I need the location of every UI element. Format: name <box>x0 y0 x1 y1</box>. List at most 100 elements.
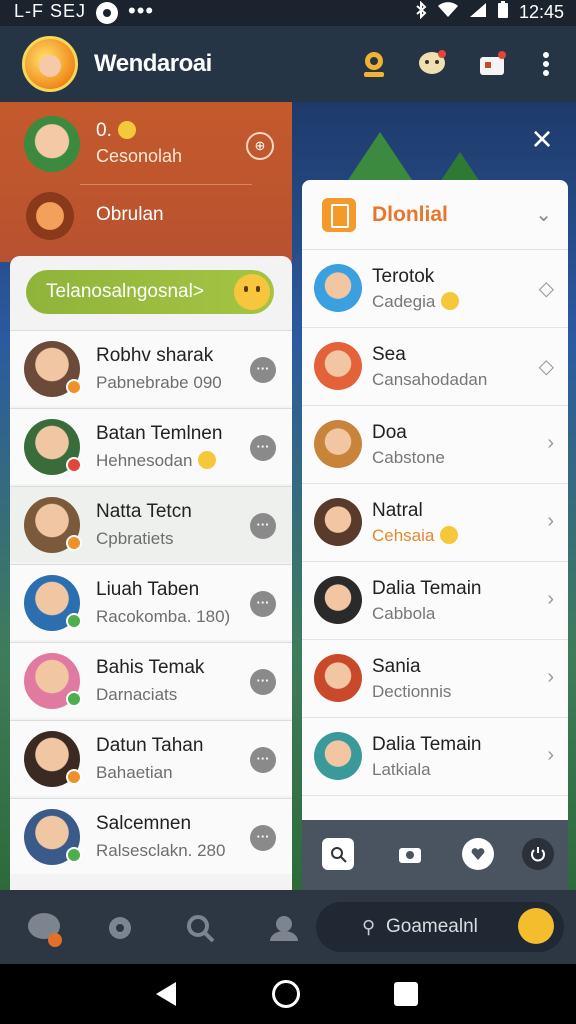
chevron-right-icon[interactable]: › <box>547 510 554 533</box>
more-options-icon[interactable] <box>250 591 276 617</box>
recents-button[interactable] <box>394 982 418 1006</box>
battery-icon <box>497 1 509 24</box>
right-panel-actions <box>302 820 568 890</box>
emoji-icon <box>441 292 460 310</box>
app-bar: Wendaroai <box>0 26 576 102</box>
list-item[interactable]: Dalia Temain Cabbola › <box>302 562 568 640</box>
more-options-icon[interactable] <box>250 669 276 695</box>
contact-status: Bahaetian <box>96 763 173 782</box>
list-item[interactable]: Doa Cabstone › <box>302 406 568 484</box>
camera-icon[interactable] <box>394 838 426 870</box>
contact-status: Hehnesodan <box>96 451 217 471</box>
more-options-icon[interactable] <box>250 513 276 539</box>
search-icon[interactable] <box>180 908 220 948</box>
contact-name: Sea <box>372 344 406 365</box>
more-options-icon[interactable] <box>250 435 276 461</box>
status-badge-icon <box>66 535 82 551</box>
clock: 12:45 <box>518 2 564 22</box>
avatar[interactable] <box>314 342 362 390</box>
add-friend-icon[interactable] <box>322 838 354 870</box>
status-badge-icon <box>66 379 82 395</box>
contact-status: Cadegia <box>372 292 460 312</box>
divider <box>80 184 252 185</box>
right-panel: Dlonlial ⌄ Terotok Cadegia ◇ Sea Cansahodada… <box>302 180 568 820</box>
contact-status: Dectionnis <box>372 682 452 701</box>
search-input[interactable]: ⚲ Goamealnl <box>316 902 564 952</box>
gift-icon[interactable] <box>476 48 508 80</box>
group-chat-icon[interactable] <box>24 908 64 948</box>
list-item[interactable]: Sania Dectionnis › <box>302 640 568 718</box>
list-item[interactable]: Salcemnen Ralsesclakn. 280 <box>10 798 292 874</box>
contact-name: Doa <box>372 422 407 443</box>
right-panel-header[interactable]: Dlonlial ⌄ <box>302 180 568 250</box>
more-options-icon[interactable] <box>250 825 276 851</box>
secondary-avatar[interactable] <box>26 192 74 240</box>
chevron-down-icon[interactable]: ⌄ <box>535 202 552 227</box>
close-icon[interactable]: × <box>524 121 560 158</box>
chevron-right-icon[interactable]: › <box>547 744 554 767</box>
notification-dot-icon <box>96 2 118 24</box>
profile-avatar[interactable] <box>24 116 80 172</box>
chevron-right-icon[interactable]: › <box>547 588 554 611</box>
contact-name: Robhv sharak <box>96 345 214 366</box>
contact-status: Cehsaia <box>372 526 459 546</box>
contact-name: Batan Temlnen <box>96 423 223 444</box>
chevron-right-icon[interactable]: › <box>547 666 554 689</box>
contact-name: Dalia Temain <box>372 578 482 599</box>
contact-status: Cpbratiets <box>96 529 174 548</box>
more-vert-icon[interactable] <box>530 48 562 80</box>
profile-action-icon[interactable]: ⊕ <box>246 132 274 160</box>
list-item[interactable]: Terotok Cadegia ◇ <box>302 250 568 328</box>
avatar[interactable] <box>314 576 362 624</box>
avatar[interactable] <box>314 654 362 702</box>
invite-pill-button[interactable]: Telanosalngosnal> <box>26 270 274 314</box>
profile-sub: Cesonolah <box>96 146 183 166</box>
home-button[interactable] <box>272 980 300 1008</box>
status-right: 12:45 <box>415 0 564 24</box>
back-button[interactable] <box>156 982 176 1006</box>
heart-icon[interactable] <box>462 838 494 870</box>
secondary-name: Obrulan <box>96 204 164 225</box>
signal-icon <box>469 2 487 23</box>
chevron-right-icon[interactable]: › <box>547 432 554 455</box>
list-item[interactable]: Natral Cehsaia › <box>302 484 568 562</box>
more-options-icon[interactable] <box>250 357 276 383</box>
pill-label: Telanosalngosnal> <box>46 281 204 302</box>
settings-icon[interactable] <box>100 908 140 948</box>
avatar[interactable] <box>314 498 362 546</box>
search-label: Goamealnl <box>386 916 478 937</box>
contact-status: Pabnebrabe 090 <box>96 373 222 392</box>
list-item[interactable]: Dalia Temain Latkiala › <box>302 718 568 796</box>
contact-name: Liuah Taben <box>96 579 200 600</box>
emoji-icon <box>440 526 459 544</box>
profile-ring-icon[interactable] <box>358 48 390 80</box>
avatar[interactable] <box>314 732 362 780</box>
power-icon[interactable] <box>522 838 554 870</box>
list-item[interactable]: Robhv sharak Pabnebrabe 090 <box>10 330 292 406</box>
avatar[interactable] <box>314 264 362 312</box>
list-item[interactable]: Bahis Temak Darnaciats <box>10 642 292 718</box>
bluetooth-icon <box>415 0 427 24</box>
contact-status: Cabstone <box>372 448 445 467</box>
list-item[interactable]: Liuah Taben Racokomba. 180) <box>10 564 292 640</box>
contact-name: Dalia Temain <box>372 734 482 755</box>
contact-name: Sania <box>372 656 421 677</box>
chat-bubble-icon[interactable] <box>416 48 448 80</box>
contact-name: Natral <box>372 500 423 521</box>
contact-name: Datun Tahan <box>96 735 204 756</box>
diamond-icon[interactable]: ◇ <box>539 354 554 379</box>
avatar[interactable] <box>314 420 362 468</box>
smile-emoji-icon[interactable] <box>518 908 554 944</box>
diamond-icon[interactable]: ◇ <box>539 276 554 301</box>
list-item[interactable]: Batan Temlnen Hehnesodan <box>10 408 292 484</box>
wifi-icon <box>437 2 459 23</box>
list-item[interactable]: Sea Cansahodadan ◇ <box>302 328 568 406</box>
status-badge-icon <box>66 613 82 629</box>
list-item[interactable]: Natta Tetcn Cpbratiets <box>10 486 292 562</box>
list-item[interactable]: Datun Tahan Bahaetian <box>10 720 292 796</box>
status-badge-icon <box>66 457 82 473</box>
contacts-icon[interactable] <box>264 908 304 948</box>
more-options-icon[interactable] <box>250 747 276 773</box>
app-logo[interactable] <box>22 36 78 92</box>
status-left-text: L-F SEJ <box>14 1 87 21</box>
